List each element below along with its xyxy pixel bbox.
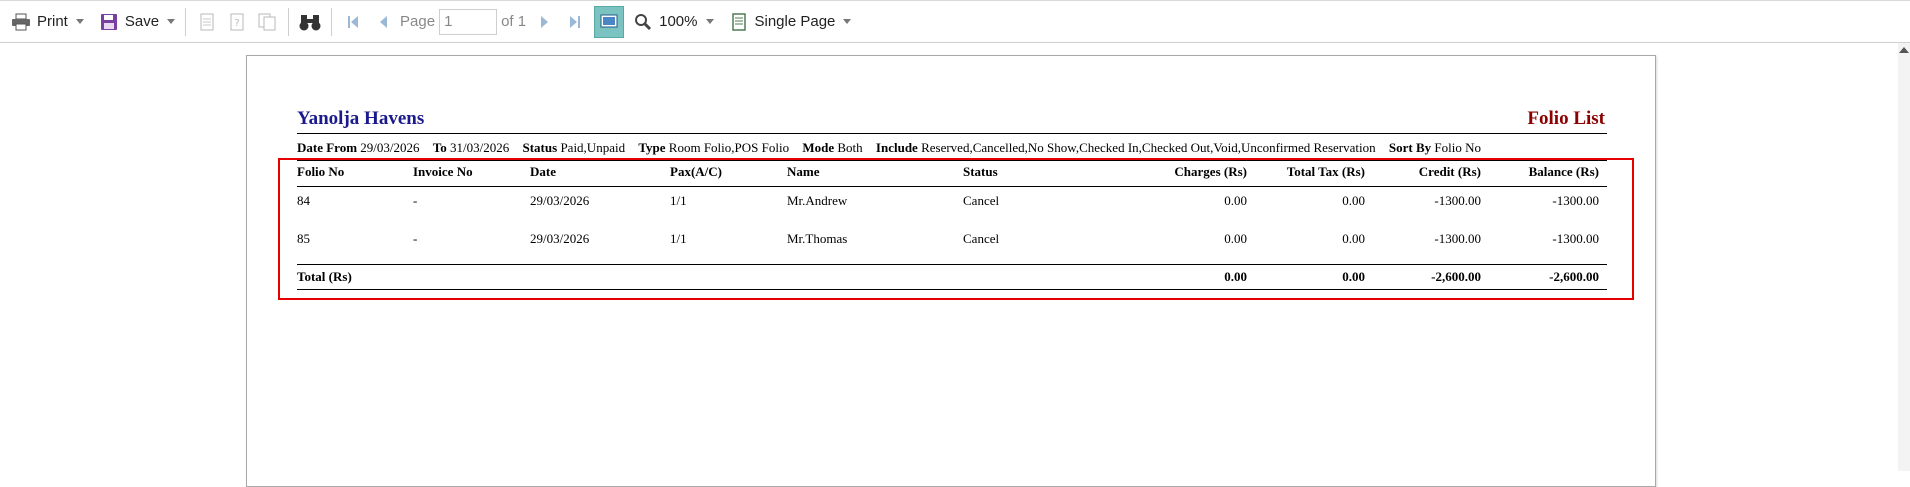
find-button[interactable]	[295, 5, 325, 39]
save-label: Save	[124, 13, 160, 30]
filter-label: Sort By	[1388, 140, 1432, 155]
document-icon	[196, 11, 218, 33]
save-button[interactable]: Save	[94, 5, 179, 39]
toolbar-separator	[331, 7, 333, 36]
save-dropdown-icon[interactable]	[167, 19, 176, 24]
magnifier-icon	[632, 11, 654, 33]
view-mode-button[interactable]: Single Page	[724, 5, 856, 39]
filter-value: 31/03/2026	[450, 140, 510, 155]
previous-page-icon	[372, 11, 394, 33]
filter-value: Reserved,Cancelled,No Show,Checked In,Ch…	[921, 140, 1376, 155]
page-label: Page	[400, 13, 436, 30]
view-mode-label: Single Page	[754, 13, 836, 30]
toolbar-separator	[288, 7, 290, 36]
svg-text:?: ?	[234, 18, 239, 29]
parameters-button[interactable]	[192, 5, 222, 39]
last-page-button[interactable]	[560, 5, 590, 39]
copy-button[interactable]	[252, 5, 282, 39]
filter-value: Both	[837, 140, 863, 155]
copy-pages-icon	[256, 11, 278, 33]
printer-icon	[10, 11, 32, 33]
page-number-input[interactable]	[439, 8, 498, 35]
filter-label: Include	[875, 140, 918, 155]
floppy-icon	[98, 11, 120, 33]
header-rule	[297, 133, 1607, 134]
filter-summary: Date From 29/03/2026 To 31/03/2026 Statu…	[297, 140, 1491, 156]
filter-label: To	[432, 140, 447, 155]
company-name: Yanolja Havens	[297, 108, 425, 129]
report-title: Folio List	[1527, 108, 1605, 129]
previous-page-button[interactable]	[368, 5, 398, 39]
first-page-icon	[342, 11, 364, 33]
last-page-icon	[564, 11, 586, 33]
full-page-view-button[interactable]	[594, 5, 625, 38]
zoom-dropdown-icon[interactable]	[705, 19, 714, 24]
filter-label: Mode	[802, 140, 835, 155]
selection-highlight-box	[278, 158, 1634, 300]
toolbar-separator	[185, 7, 187, 36]
zoom-button[interactable]: 100%	[628, 5, 717, 39]
report-viewer-toolbar: Print Save ? Page 1 of 1 100% Single Pag…	[0, 0, 1910, 43]
zoom-value: 100%	[659, 13, 698, 30]
single-page-icon	[728, 11, 750, 33]
scroll-up-icon[interactable]	[1899, 47, 1909, 53]
print-button[interactable]: Print	[6, 5, 88, 39]
binoculars-icon	[299, 11, 321, 33]
first-page-button[interactable]	[338, 5, 368, 39]
question-document-icon: ?	[226, 11, 248, 33]
monitor-icon	[598, 11, 620, 33]
help-button[interactable]: ?	[222, 5, 252, 39]
print-label: Print	[37, 13, 68, 30]
page-count-label: of 1	[501, 13, 527, 30]
filter-label: Status	[522, 140, 558, 155]
next-page-button[interactable]	[530, 5, 560, 39]
next-page-icon	[534, 11, 556, 33]
filter-value: 29/03/2026	[360, 140, 420, 155]
vertical-scrollbar[interactable]	[1898, 43, 1910, 471]
print-dropdown-icon[interactable]	[75, 19, 84, 24]
filter-value: Paid,Unpaid	[560, 140, 626, 155]
filter-value: Folio No	[1434, 140, 1481, 155]
filter-label: Date From	[297, 140, 358, 155]
filter-label: Type	[638, 140, 666, 155]
view-mode-dropdown-icon[interactable]	[843, 19, 852, 24]
filter-value: Room Folio,POS Folio	[668, 140, 790, 155]
